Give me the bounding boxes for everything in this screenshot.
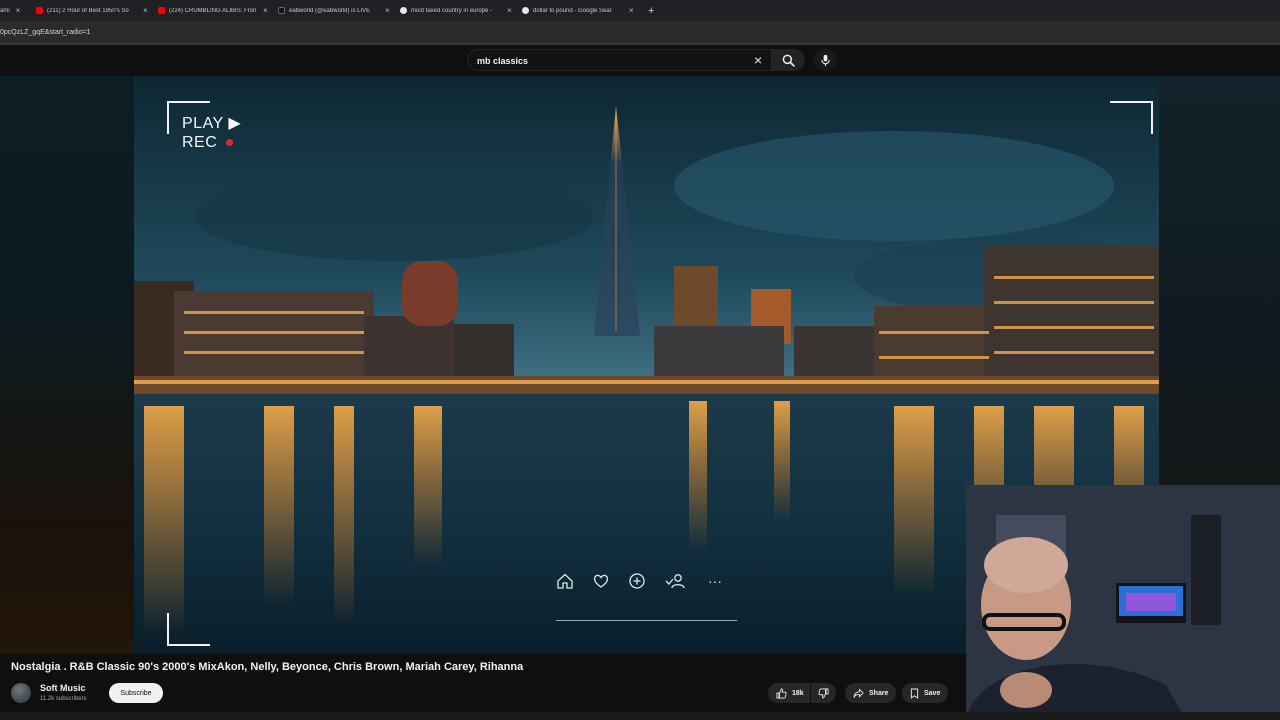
tab-title: most taxed country in europe -	[411, 7, 493, 14]
new-tab-button[interactable]: +	[648, 5, 654, 17]
youtube-favicon-icon	[158, 7, 165, 14]
share-label: Share	[869, 689, 889, 697]
tab-close-icon[interactable]: ×	[629, 6, 634, 15]
ambient-left	[0, 76, 134, 654]
rec-dot-icon	[226, 139, 234, 147]
share-button[interactable]: Share	[845, 683, 897, 703]
browser-tab[interactable]: eabworld (@eabworld) is LIVE ×	[274, 0, 396, 21]
tab-close-icon[interactable]: ×	[143, 6, 148, 15]
page-bottom-strip	[0, 712, 1280, 720]
like-button[interactable]: 18k	[768, 683, 810, 703]
subscriber-count: 11.2k subscribers	[40, 696, 87, 702]
browser-tab[interactable]: dollar to pound - Google Sear ×	[518, 0, 640, 21]
share-icon	[853, 687, 864, 698]
search-icon	[782, 54, 795, 67]
like-count: 18k	[792, 689, 804, 697]
frame-corner-bottom-left	[167, 613, 210, 646]
overlay-progress-line	[556, 620, 737, 621]
save-label: Save	[924, 689, 941, 697]
home-icon	[556, 572, 574, 590]
tab-title: dollar to pound - Google Sear	[533, 7, 612, 14]
tab-close-icon[interactable]: ×	[507, 6, 512, 15]
voice-search-button[interactable]	[813, 49, 837, 71]
rec-overlay-text: REC	[182, 134, 218, 151]
tab-close-icon[interactable]: ×	[263, 6, 268, 15]
youtube-header: ×	[0, 45, 1280, 76]
rec-indicator: REC	[182, 134, 234, 152]
tab-title: eabworld (@eabworld) is LIVE	[289, 7, 371, 14]
more-icon: ···	[708, 573, 722, 589]
like-dislike-group: 18k	[768, 683, 836, 703]
clear-search-icon[interactable]: ×	[754, 52, 762, 68]
search-button[interactable]	[772, 49, 805, 71]
search-input[interactable]	[477, 53, 737, 68]
thumbs-down-icon	[818, 688, 829, 698]
dislike-button[interactable]	[810, 683, 836, 703]
share-group: Share	[845, 683, 897, 703]
frame-corner-top-right	[1110, 101, 1153, 134]
tab-close-icon[interactable]: ×	[385, 6, 390, 15]
browser-tab-bar: ami × (211) 2 Hour of Best 1950's So × (…	[0, 0, 1280, 21]
browser-tab[interactable]: (224) CRUMBLING ALIBIS: Fron ×	[154, 0, 274, 21]
video-title: Nostalgia . R&B Classic 90's 2000's MixA…	[11, 661, 524, 673]
channel-name[interactable]: Soft Music	[40, 683, 86, 693]
tiktok-favicon-icon	[278, 7, 285, 14]
tab-title: (211) 2 Hour of Best 1950's So	[47, 7, 129, 14]
browser-tab[interactable]: ami ×	[0, 0, 32, 21]
google-favicon-icon	[400, 7, 407, 14]
people-icon	[664, 572, 688, 590]
search-box: ×	[467, 49, 772, 71]
thumbs-up-icon	[776, 688, 787, 698]
frame-corner-top-left	[167, 101, 210, 134]
save-group: Save	[902, 683, 949, 703]
webcam-overlay	[966, 485, 1280, 720]
add-icon	[628, 572, 646, 590]
url-text: 0pcQzLZ_gqE&start_radio=1	[0, 28, 91, 36]
google-favicon-icon	[522, 7, 529, 14]
overlay-icon-row: ···	[556, 572, 724, 590]
tab-close-icon[interactable]: ×	[16, 6, 21, 15]
bookmark-icon	[910, 688, 919, 699]
tab-title: (224) CRUMBLING ALIBIS: Fron	[169, 7, 257, 14]
heart-icon	[592, 572, 610, 590]
browser-tab[interactable]: (211) 2 Hour of Best 1950's So ×	[32, 0, 154, 21]
avatar[interactable]	[11, 683, 31, 703]
mic-icon	[820, 54, 830, 66]
subscribe-button[interactable]: Subscribe	[109, 683, 163, 703]
save-button[interactable]: Save	[902, 683, 949, 703]
address-bar[interactable]: 0pcQzLZ_gqE&start_radio=1	[0, 21, 1280, 43]
browser-tab[interactable]: most taxed country in europe - ×	[396, 0, 518, 21]
youtube-favicon-icon	[36, 7, 43, 14]
tab-title: ami	[0, 7, 10, 14]
